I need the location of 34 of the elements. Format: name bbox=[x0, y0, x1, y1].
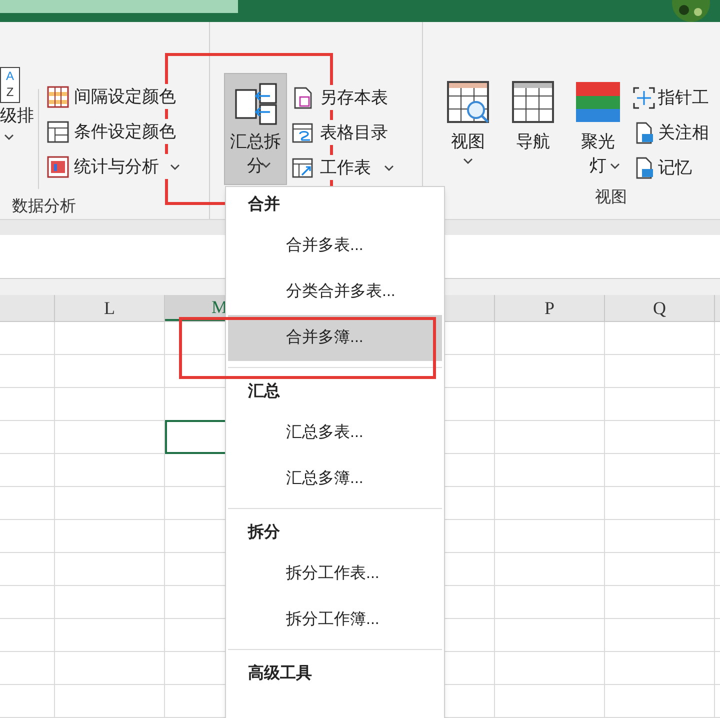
group-label: 数据分析 bbox=[11, 197, 77, 217]
table-icon bbox=[47, 86, 69, 108]
ribbon-button[interactable]: 关注相 bbox=[633, 120, 709, 145]
ribbon-button[interactable]: 记忆 bbox=[633, 155, 709, 180]
expand-icon bbox=[633, 86, 655, 108]
table-magnifier-icon bbox=[446, 80, 490, 124]
ribbon-button[interactable]: 导航 bbox=[511, 80, 555, 180]
menu-item[interactable]: 汇总多簿... bbox=[228, 456, 442, 502]
document-icon bbox=[292, 86, 314, 108]
menu-section-header: 高级工具 bbox=[248, 665, 312, 683]
table-icon bbox=[292, 122, 314, 144]
table-icon bbox=[292, 156, 314, 178]
merge-arrows-icon bbox=[234, 82, 278, 126]
column-header[interactable]: P bbox=[495, 295, 605, 321]
column-header[interactable]: Q bbox=[605, 295, 715, 321]
menu-section-header: 汇总 bbox=[248, 383, 280, 401]
group-label: 视图 bbox=[594, 188, 628, 208]
menu-item[interactable]: 合并多表... bbox=[228, 223, 442, 269]
table-icon bbox=[47, 120, 69, 142]
sort-button[interactable]: A Z 级排 bbox=[0, 67, 38, 189]
table-icon bbox=[47, 156, 69, 178]
table-icon bbox=[511, 80, 555, 124]
ribbon-button[interactable]: 指针工 bbox=[633, 85, 709, 110]
menu-item[interactable]: 拆分工作簿... bbox=[228, 597, 442, 643]
menu-section-header: 拆分 bbox=[248, 524, 280, 542]
ribbon-button[interactable]: 视图 bbox=[446, 80, 490, 180]
sort-icon: A Z bbox=[0, 67, 20, 103]
menu-item[interactable]: 拆分工作表... bbox=[228, 551, 442, 597]
menu-item[interactable]: 合并多簿... bbox=[228, 315, 442, 361]
menu-section-header: 合并 bbox=[248, 196, 280, 214]
merge-split-button[interactable]: 汇总拆分 bbox=[224, 73, 287, 185]
ribbon-button[interactable]: 聚光灯 bbox=[576, 80, 620, 180]
color-bars-icon bbox=[576, 80, 620, 124]
menu-item[interactable]: 汇总多表... bbox=[228, 410, 442, 456]
